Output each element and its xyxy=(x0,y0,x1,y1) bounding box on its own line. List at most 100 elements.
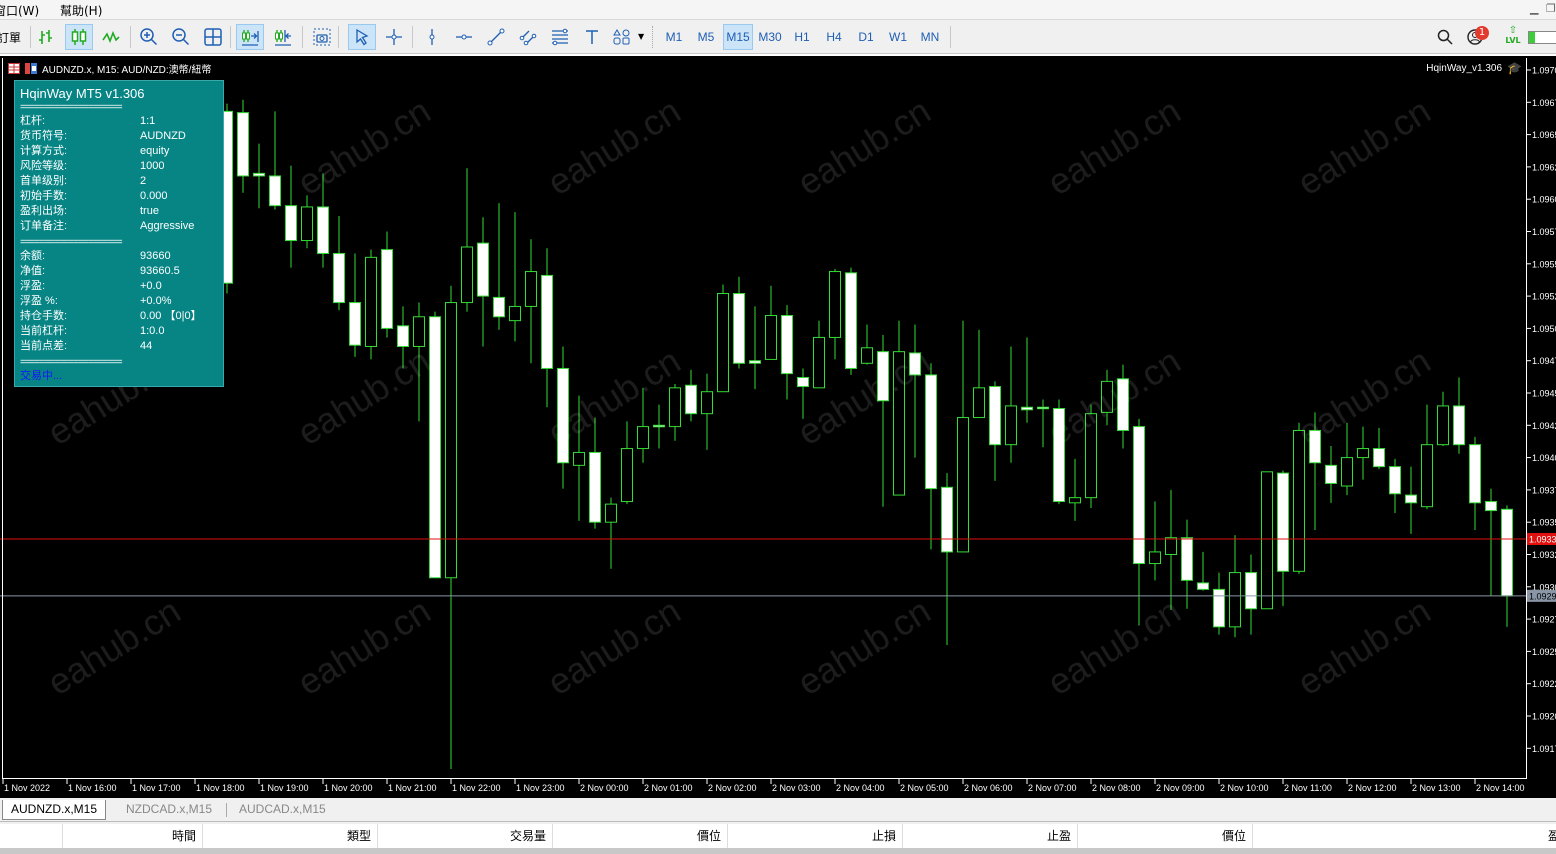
timeframe-w1[interactable]: W1 xyxy=(883,24,913,50)
column-volume[interactable]: 交易量 xyxy=(377,824,552,848)
restore-icon[interactable]: ❐ xyxy=(1546,2,1556,15)
price-tick-label: 1.0937 xyxy=(1532,485,1556,495)
timeframe-mn[interactable]: MN xyxy=(915,24,945,50)
text-icon xyxy=(586,30,598,44)
time-tick-label: 1 Nov 19:00 xyxy=(260,783,309,793)
tab-nzdcad[interactable]: NZDCAD.x,M15 xyxy=(118,800,220,820)
timeframe-d1[interactable]: D1 xyxy=(851,24,881,50)
tab-separator xyxy=(226,803,227,817)
bar-chart-button[interactable] xyxy=(32,24,60,50)
orders-button[interactable]: 訂單 xyxy=(0,29,21,46)
timeframe-m1[interactable]: M1 xyxy=(659,24,689,50)
divider: ===================== xyxy=(20,237,123,248)
line-chart-button[interactable] xyxy=(97,24,125,50)
channel-button[interactable] xyxy=(514,24,542,50)
price-tick-label: 1.0927 xyxy=(1532,615,1556,625)
info-key: 浮盈: xyxy=(20,280,46,292)
info-key: 订单备注: xyxy=(20,220,68,232)
menu-window[interactable]: 窗口(W) xyxy=(0,2,39,19)
level-button[interactable]: ⇧ LVL xyxy=(1505,26,1521,50)
chart-shift-button[interactable] xyxy=(269,24,297,50)
column-time[interactable]: 時間 xyxy=(62,824,202,848)
time-tick-label: 2 Nov 07:00 xyxy=(1028,783,1077,793)
chart-frame xyxy=(2,58,1527,779)
candlestick-chart-button[interactable] xyxy=(65,24,93,50)
vertical-line-button[interactable] xyxy=(418,24,446,50)
info-key: 货币符号: xyxy=(20,130,68,142)
cursor-arrow-icon xyxy=(356,28,369,46)
price-tick-label: 1.0955 xyxy=(1532,259,1556,269)
minimize-icon[interactable]: ▁ xyxy=(1530,2,1538,15)
price-tick-label: 1.0940 xyxy=(1532,453,1556,463)
tab-audcad[interactable]: AUDCAD.x,M15 xyxy=(231,800,334,820)
timeframe-m5[interactable]: M5 xyxy=(691,24,721,50)
expert-advisor-label: HqinWay_v1.306 🎓 xyxy=(1426,61,1522,75)
bid-price-label: 1.0929 xyxy=(1529,591,1556,601)
column-stop-loss[interactable]: 止損 xyxy=(727,824,902,848)
price-tick-label: 1.0960 xyxy=(1532,195,1556,205)
zoom-out-button[interactable] xyxy=(167,24,195,50)
zoom-in-button[interactable] xyxy=(135,24,163,50)
fibonacci-button[interactable] xyxy=(546,24,574,50)
column-price[interactable]: 價位 xyxy=(552,824,727,848)
time-tick-label: 1 Nov 17:00 xyxy=(132,783,181,793)
chart-title-bar: AUDNZD.x, M15: AUD/NZD:澳幣/紐幣 xyxy=(8,61,211,76)
table-body xyxy=(0,848,1556,854)
zoom-out-icon xyxy=(172,28,190,46)
info-key: 净值: xyxy=(20,265,46,277)
expert-advisor-name: HqinWay_v1.306 xyxy=(1426,62,1503,74)
info-value: 0.000 xyxy=(140,190,168,202)
tile-windows-button[interactable] xyxy=(199,24,227,50)
time-tick-label: 1 Nov 22:00 xyxy=(452,783,501,793)
text-tool-button[interactable] xyxy=(578,24,606,50)
column-profit[interactable]: 盈 xyxy=(1252,824,1556,848)
ea-info-title: HqinWay MT5 v1.306 xyxy=(20,86,145,101)
info-value: 93660 xyxy=(140,250,171,262)
time-tick-label: 2 Nov 14:00 xyxy=(1476,783,1525,793)
info-value: equity xyxy=(140,145,170,157)
info-key: 初始手数: xyxy=(20,190,68,202)
shapes-button[interactable] xyxy=(608,24,636,50)
info-value: AUDNZD xyxy=(140,130,186,142)
horizontal-line-button[interactable] xyxy=(450,24,478,50)
info-row: 订单备注: Aggressive xyxy=(20,219,220,234)
crosshair-tool-button[interactable] xyxy=(380,24,408,50)
timeframe-h4[interactable]: H4 xyxy=(819,24,849,50)
chart-menu-icon[interactable] xyxy=(8,63,20,74)
graduation-cap-icon[interactable]: 🎓 xyxy=(1507,61,1522,75)
shapes-dropdown-icon[interactable]: ▼ xyxy=(638,32,644,41)
screenshot-button[interactable] xyxy=(308,24,336,50)
column-take-profit[interactable]: 止盈 xyxy=(902,824,1077,848)
chart-window[interactable]: 1.0970 1.0967 1.0965 1.0962 1.0960 1.0957 1.09… xyxy=(0,54,1556,800)
info-row: 初始手数: 0.000 xyxy=(20,189,220,204)
info-row: 当前杠杆: 1:0.0 xyxy=(20,324,220,339)
time-tick-label: 2 Nov 11:00 xyxy=(1284,783,1332,793)
notification-badge: 1 xyxy=(1475,26,1489,40)
tab-audnzd[interactable]: AUDNZD.x,M15 xyxy=(2,800,107,820)
time-tick-label: 2 Nov 01:00 xyxy=(644,783,693,793)
chart-title: AUDNZD.x, M15: AUD/NZD:澳幣/紐幣 xyxy=(42,65,212,76)
chart-tabs: AUDNZD.x,M15 NZDCAD.x,M15 AUDCAD.x,M15 xyxy=(0,798,1556,822)
column-type[interactable]: 類型 xyxy=(202,824,377,848)
bar-chart-icon xyxy=(39,30,52,44)
menu-help[interactable]: 幫助(H) xyxy=(60,2,102,19)
time-tick-label: 1 Nov 20:00 xyxy=(324,783,373,793)
info-value: 44 xyxy=(140,340,153,352)
auto-scroll-button[interactable] xyxy=(236,24,264,50)
trendline-button[interactable] xyxy=(482,24,510,50)
price-tick-label: 1.0945 xyxy=(1532,389,1556,399)
info-key: 当前杠杆: xyxy=(20,325,68,337)
info-row: 货币符号: AUDNZD xyxy=(20,129,220,144)
timeframe-h1[interactable]: H1 xyxy=(787,24,817,50)
time-tick-label: 2 Nov 06:00 xyxy=(964,783,1013,793)
info-row: 当前点差: 44 xyxy=(20,339,220,354)
search-button[interactable] xyxy=(1431,24,1459,50)
time-tick-label: 2 Nov 04:00 xyxy=(836,783,885,793)
timeframe-m30[interactable]: M30 xyxy=(755,24,785,50)
price-tick-label: 1.0950 xyxy=(1532,324,1556,334)
cursor-tool-button[interactable] xyxy=(348,24,376,50)
time-tick-label: 1 Nov 2022 xyxy=(4,783,50,793)
info-key: 风险等级: xyxy=(20,160,68,172)
timeframe-m15[interactable]: M15 xyxy=(723,24,753,50)
column-current-price[interactable]: 價位 xyxy=(1077,824,1252,848)
